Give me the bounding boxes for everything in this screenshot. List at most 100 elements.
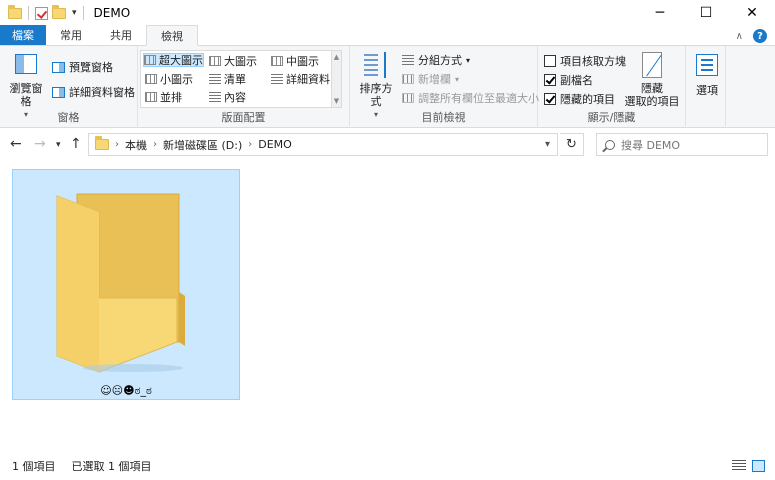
layout-gallery: 超大圖示 大圖示 中圖示 小圖示 清單 詳細資料 並排 內容 xyxy=(140,50,332,108)
hide-selected-icon xyxy=(642,52,662,78)
scroll-up-icon[interactable]: ▲ xyxy=(334,53,339,61)
file-extensions-toggle[interactable]: 副檔名 xyxy=(544,72,593,88)
address-history-dropdown-icon[interactable]: ▾ xyxy=(537,133,558,156)
details-pane-button[interactable]: 詳細資料窗格 xyxy=(52,84,135,100)
large-icons-view-icon[interactable] xyxy=(752,460,765,472)
status-bar: 1 個項目 已選取 1 個項目 xyxy=(0,452,775,480)
breadcrumb-demo[interactable]: DEMO xyxy=(258,138,292,151)
chevron-down-icon: ▾ xyxy=(466,55,471,65)
address-bar[interactable]: › 本機 › 新增磁碟區 (D:) › DEMO xyxy=(88,133,558,156)
group-show-hide: 項目核取方塊 副檔名 隱藏的項目 隱藏 選取的項目 顯示/隱藏 xyxy=(538,46,686,128)
details-pane-icon xyxy=(52,86,65,98)
hide-selected-label-line2: 選取的項目 xyxy=(624,95,680,108)
file-extensions-checkbox[interactable] xyxy=(544,74,556,86)
hidden-items-checkbox[interactable] xyxy=(544,93,556,105)
layout-medium-icons[interactable]: 中圖示 xyxy=(271,54,319,68)
chevron-down-icon: ▾ xyxy=(455,74,460,84)
hidden-items-toggle[interactable]: 隱藏的項目 xyxy=(544,91,615,107)
folder-icon xyxy=(56,193,185,373)
breadcrumb-chevron-icon[interactable]: › xyxy=(153,139,157,150)
tab-home[interactable]: 常用 xyxy=(46,25,96,45)
preview-pane-button[interactable]: 預覽窗格 xyxy=(52,59,113,75)
folder-item[interactable]: ☺☹☻ಠ_ಠ xyxy=(12,169,240,400)
layout-gallery-scroll[interactable]: ▲ ▼ xyxy=(332,50,342,108)
up-arrow-icon[interactable]: ↑ xyxy=(70,136,82,152)
options-icon xyxy=(696,54,718,76)
close-button[interactable]: ✕ xyxy=(729,0,775,26)
extra-large-icons-icon xyxy=(144,55,156,65)
group-panes: 瀏覽窗格 ▾ 預覽窗格 詳細資料窗格 窗格 xyxy=(0,46,138,128)
group-by-button[interactable]: 分組方式 ▾ xyxy=(402,52,470,68)
group-label-current-view: 目前檢視 xyxy=(421,111,466,124)
sort-icon xyxy=(364,52,388,78)
breadcrumb-chevron-icon[interactable]: › xyxy=(115,139,119,150)
medium-icons-icon xyxy=(271,56,283,66)
tab-file[interactable]: 檔案 xyxy=(0,25,46,45)
size-columns-icon xyxy=(402,93,414,103)
layout-content[interactable]: 內容 xyxy=(209,90,246,104)
hidden-items-label: 隱藏的項目 xyxy=(560,93,615,106)
item-checkboxes-label: 項目核取方塊 xyxy=(560,55,626,68)
customize-toolbar-dropdown-icon[interactable]: ▾ xyxy=(72,8,77,18)
group-label-layout: 版面配置 xyxy=(221,111,266,124)
window-title: DEMO xyxy=(93,6,131,20)
group-by-icon xyxy=(402,55,414,65)
size-columns-label: 調整所有欄位至最適大小 xyxy=(418,92,539,105)
details-view-icon[interactable] xyxy=(732,460,746,471)
navigation-bar: ← → ▾ ↑ › 本機 › 新增磁碟區 (D:) › DEMO ▾ ↻ 搜尋 … xyxy=(0,128,775,162)
group-current-view: 排序方式 ▾ 分組方式 ▾ 新增欄 ▾ 調整所有欄位至最適大小 目前檢視 xyxy=(350,46,539,128)
forward-arrow-icon[interactable]: → xyxy=(34,136,46,152)
layout-tiles[interactable]: 並排 xyxy=(145,90,182,104)
collapse-ribbon-icon[interactable]: ∧ xyxy=(736,31,743,42)
file-list-view[interactable]: ☺☹☻ಠ_ಠ xyxy=(0,162,775,452)
options-button[interactable]: 選項 xyxy=(694,54,720,97)
search-placeholder: 搜尋 DEMO xyxy=(621,138,681,152)
large-icons-icon xyxy=(209,56,221,66)
minimize-button[interactable]: ─ xyxy=(637,0,683,26)
window-controls: ─ ☐ ✕ xyxy=(637,0,775,26)
help-icon[interactable]: ? xyxy=(753,29,767,43)
separator xyxy=(82,6,84,20)
search-icon xyxy=(605,139,615,150)
group-label-show-hide: 顯示/隱藏 xyxy=(587,111,636,124)
hide-selected-items-button[interactable]: 隱藏 選取的項目 xyxy=(624,52,680,108)
breadcrumb-this-pc[interactable]: 本機 xyxy=(125,137,147,153)
layout-list[interactable]: 清單 xyxy=(209,72,246,86)
item-checkboxes-toggle[interactable]: 項目核取方塊 xyxy=(544,53,626,69)
size-all-columns-button[interactable]: 調整所有欄位至最適大小 xyxy=(402,90,539,106)
scroll-down-icon[interactable]: ▼ xyxy=(334,97,339,105)
view-switcher xyxy=(732,460,765,472)
item-checkboxes-checkbox[interactable] xyxy=(544,55,556,67)
properties-icon[interactable] xyxy=(35,6,48,20)
search-input[interactable]: 搜尋 DEMO xyxy=(596,133,768,156)
breadcrumb-drive[interactable]: 新增磁碟區 (D:) xyxy=(163,137,242,153)
add-columns-button[interactable]: 新增欄 ▾ xyxy=(402,71,459,87)
details-pane-label: 詳細資料窗格 xyxy=(69,86,135,99)
details-icon xyxy=(271,74,283,84)
back-arrow-icon[interactable]: ← xyxy=(10,136,22,152)
breadcrumb-chevron-icon[interactable]: › xyxy=(248,139,252,150)
hide-selected-label-line1: 隱藏 xyxy=(641,82,663,95)
layout-details[interactable]: 詳細資料 xyxy=(271,72,330,86)
group-label-panes: 窗格 xyxy=(57,111,80,124)
refresh-icon[interactable]: ↻ xyxy=(560,133,584,156)
maximize-button[interactable]: ☐ xyxy=(683,0,729,26)
group-options: 選項 xyxy=(686,46,726,128)
layout-item-label: 超大圖示 xyxy=(159,54,203,67)
title-bar: ▾ DEMO ─ ☐ ✕ xyxy=(0,0,775,26)
ribbon: 瀏覽窗格 ▾ 預覽窗格 詳細資料窗格 窗格 版面配置 超大圖示 大圖示 中圖示 xyxy=(0,46,775,128)
recent-locations-dropdown-icon[interactable]: ▾ xyxy=(56,140,61,150)
folder-icon[interactable] xyxy=(8,4,22,19)
small-icons-icon xyxy=(145,74,157,84)
sort-by-label: 排序方式 xyxy=(359,82,393,108)
layout-extra-large-icons[interactable]: 超大圖示 xyxy=(143,53,204,67)
tab-share[interactable]: 共用 xyxy=(96,25,146,45)
item-count: 1 個項目 xyxy=(12,460,56,473)
ribbon-tabs: 檔案 常用 共用 檢視 ∧ ? xyxy=(0,25,775,46)
new-folder-icon[interactable] xyxy=(52,4,66,19)
layout-small-icons[interactable]: 小圖示 xyxy=(145,72,193,86)
tab-view[interactable]: 檢視 xyxy=(146,25,198,46)
folder-icon xyxy=(95,136,109,150)
separator xyxy=(28,6,29,20)
layout-large-icons[interactable]: 大圖示 xyxy=(209,54,257,68)
